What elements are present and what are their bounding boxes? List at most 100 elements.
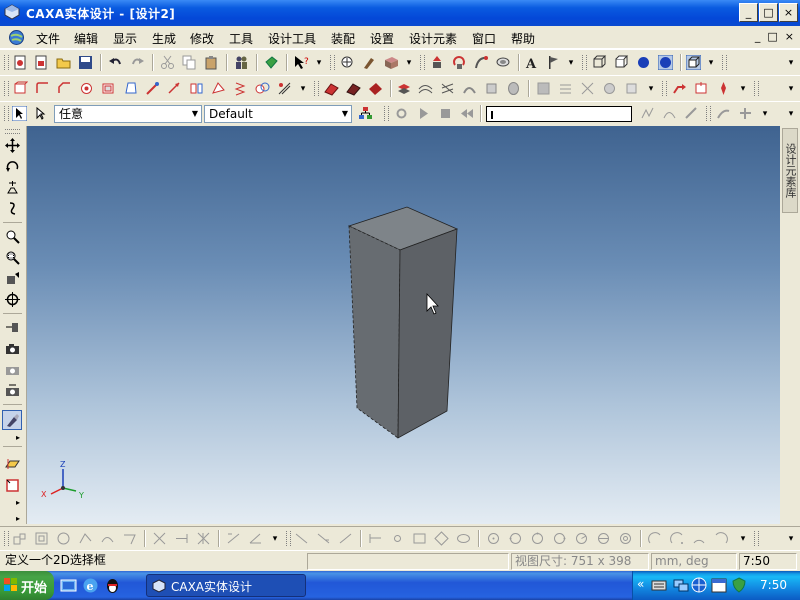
pan-icon[interactable] bbox=[5, 138, 20, 153]
render-gem-icon[interactable] bbox=[264, 55, 279, 70]
toolbar-overflow-chevron[interactable]: ▾ bbox=[314, 53, 324, 73]
smart-render-icon[interactable] bbox=[340, 55, 355, 70]
help-pointer-icon[interactable]: ? bbox=[294, 55, 309, 70]
ie-browser-icon[interactable]: e bbox=[82, 577, 99, 594]
people-icon[interactable] bbox=[234, 55, 249, 70]
ime-globe-icon[interactable] bbox=[691, 577, 707, 593]
scale-feature-icon[interactable] bbox=[211, 81, 226, 96]
sketch-dim-icon[interactable] bbox=[226, 531, 241, 546]
ruled-surface-icon[interactable] bbox=[440, 81, 455, 96]
sketch-convert-icon[interactable] bbox=[122, 531, 137, 546]
security-shield-icon[interactable] bbox=[731, 577, 747, 593]
surface-red-icon[interactable] bbox=[324, 81, 339, 96]
toolbar-overflow-chevron[interactable]: ▾ bbox=[738, 529, 748, 549]
rotate-part-icon[interactable] bbox=[694, 81, 709, 96]
toolbar-grip[interactable] bbox=[4, 531, 9, 546]
keyframe-edit-icon[interactable] bbox=[640, 106, 655, 121]
toolbar-grip[interactable] bbox=[286, 531, 291, 546]
save-icon[interactable] bbox=[78, 55, 93, 70]
new-drawing-icon[interactable] bbox=[34, 55, 49, 70]
animation-stop-icon[interactable] bbox=[438, 106, 453, 121]
wireframe-box-icon[interactable] bbox=[592, 55, 607, 70]
menu-design-tools[interactable]: 设计工具 bbox=[268, 30, 316, 47]
menu-help[interactable]: 帮助 bbox=[511, 30, 535, 47]
cut-icon[interactable] bbox=[160, 55, 175, 70]
align-gray-icon[interactable] bbox=[580, 81, 595, 96]
constraint-gray-icon[interactable] bbox=[558, 81, 573, 96]
sketch-tangent-line-icon[interactable] bbox=[316, 531, 331, 546]
blend-surface-icon[interactable] bbox=[462, 81, 477, 96]
menu-tools[interactable]: 工具 bbox=[229, 30, 253, 47]
position-part-icon[interactable] bbox=[716, 81, 731, 96]
sketch-circle-radius-icon[interactable] bbox=[574, 531, 589, 546]
toolbar-overflow-chevron[interactable]: ▾ bbox=[566, 53, 576, 73]
orbit-icon[interactable] bbox=[5, 159, 20, 174]
sketch-polygon-icon[interactable] bbox=[434, 531, 449, 546]
sketch-circle-center-icon[interactable] bbox=[486, 531, 501, 546]
camera-target-icon[interactable] bbox=[5, 383, 20, 398]
split-feature-icon[interactable] bbox=[167, 81, 182, 96]
toolbar-overflow-chevron[interactable]: ▾ bbox=[646, 79, 656, 99]
look-at-icon[interactable] bbox=[5, 271, 20, 286]
mate-gray-icon[interactable] bbox=[602, 81, 617, 96]
path-edit-icon[interactable] bbox=[662, 106, 677, 121]
toolbar-overflow-chevron[interactable]: ▾ bbox=[760, 104, 770, 124]
network-icon[interactable] bbox=[673, 577, 689, 593]
shaded-sphere-icon[interactable] bbox=[636, 55, 651, 70]
perspective-box-icon[interactable] bbox=[686, 55, 701, 70]
rib-feature-icon[interactable] bbox=[145, 81, 160, 96]
toolbar-grip[interactable] bbox=[662, 81, 667, 96]
3d-viewport[interactable]: Z X Y bbox=[27, 126, 780, 524]
sketch-plane-icon[interactable] bbox=[34, 531, 49, 546]
new-file-icon[interactable] bbox=[13, 55, 28, 70]
toolbar-grip[interactable] bbox=[706, 106, 711, 121]
toolbar-overflow-chevron[interactable]: ▾ bbox=[738, 79, 748, 99]
select-arrow-icon[interactable] bbox=[12, 106, 27, 121]
sketch-arc-tangent-icon[interactable] bbox=[714, 531, 729, 546]
toolbar-grip[interactable] bbox=[5, 129, 20, 134]
open-folder-icon[interactable] bbox=[56, 55, 71, 70]
text-tool-icon[interactable]: A bbox=[524, 55, 539, 70]
rectangular-block-solid[interactable] bbox=[347, 206, 459, 439]
flyout-arrow-icon[interactable]: ▸ bbox=[16, 514, 20, 523]
sketch-point-icon[interactable] bbox=[390, 531, 405, 546]
toolbar-overflow-chevron[interactable]: ▾ bbox=[298, 79, 308, 99]
measure-feature-icon[interactable] bbox=[277, 81, 292, 96]
menu-generate[interactable]: 生成 bbox=[152, 30, 176, 47]
sketch-extend-icon[interactable] bbox=[174, 531, 189, 546]
design-tree-icon[interactable] bbox=[358, 106, 373, 121]
menu-settings[interactable]: 设置 bbox=[370, 30, 394, 47]
anchor-frame-icon[interactable] bbox=[5, 478, 20, 493]
anim-object-icon[interactable] bbox=[684, 106, 699, 121]
sketch-break-icon[interactable] bbox=[196, 531, 211, 546]
explode-gray-icon[interactable] bbox=[624, 81, 639, 96]
toolbar-overflow-chevron[interactable]: ▾ bbox=[786, 79, 796, 99]
sketch-ellipse-icon[interactable] bbox=[456, 531, 471, 546]
sketch-circle-3pt-icon[interactable] bbox=[530, 531, 545, 546]
mdi-minimize-button[interactable]: _ bbox=[755, 30, 761, 43]
toolbar-grip[interactable] bbox=[722, 55, 727, 70]
assembly-gray-icon[interactable] bbox=[536, 81, 551, 96]
show-desktop-icon[interactable] bbox=[60, 577, 77, 594]
sketch-bspline-icon[interactable] bbox=[368, 531, 383, 546]
loft-icon[interactable] bbox=[496, 55, 511, 70]
sketch-circle-diameter-icon[interactable] bbox=[596, 531, 611, 546]
trim-surface-icon[interactable] bbox=[484, 81, 499, 96]
zoom-icon[interactable] bbox=[5, 229, 20, 244]
sketch-arc-center-icon[interactable] bbox=[670, 531, 685, 546]
toolbar-grip[interactable] bbox=[420, 55, 425, 70]
slider-thumb[interactable] bbox=[491, 111, 493, 119]
fillet-feature-icon[interactable] bbox=[35, 81, 50, 96]
document-globe-icon[interactable] bbox=[8, 29, 25, 46]
menu-window[interactable]: 窗口 bbox=[472, 30, 496, 47]
curve-net-icon[interactable] bbox=[418, 81, 433, 96]
dynamic-zoom-icon[interactable] bbox=[5, 180, 20, 195]
move-part-icon[interactable] bbox=[672, 81, 687, 96]
layer-stack-icon[interactable] bbox=[396, 81, 411, 96]
keyboard-icon[interactable] bbox=[651, 577, 667, 593]
sketch-arc-icon[interactable] bbox=[648, 531, 663, 546]
qq-penguin-icon[interactable] bbox=[104, 577, 121, 594]
sketch-circle-concentric-icon[interactable] bbox=[618, 531, 633, 546]
sketch-circle-2pt-icon[interactable] bbox=[508, 531, 523, 546]
flyout-arrow-icon[interactable]: ▸ bbox=[16, 433, 20, 442]
